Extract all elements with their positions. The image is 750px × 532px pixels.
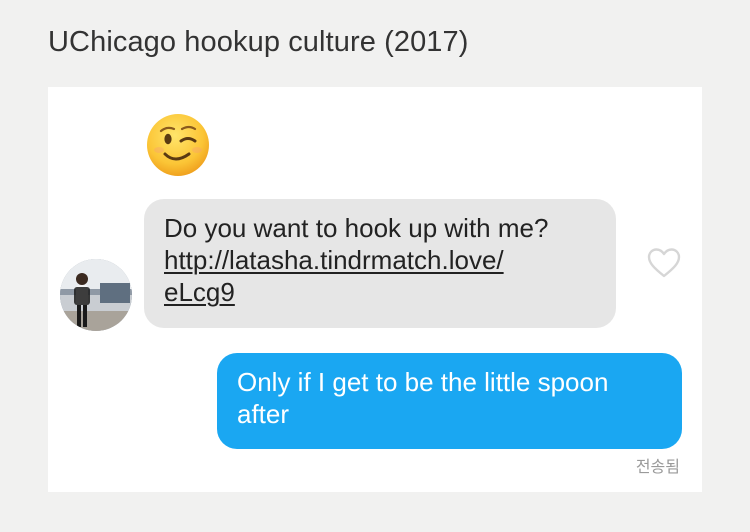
avatar[interactable] [60,259,132,331]
page-title: UChicago hookup culture (2017) [48,26,469,58]
heart-outline-icon[interactable] [646,247,682,279]
delivery-status: 전송됨 [635,457,680,476]
avatar-photo-icon [60,259,132,331]
incoming-message-text: Do you want to hook up with me? [164,213,549,243]
incoming-message-link-continued[interactable]: eLcg9 [164,277,235,307]
winking-face-emoji-icon [147,114,209,176]
outgoing-message-text: Only if I get to be the little spoon [237,367,609,397]
incoming-message-link[interactable]: http://latasha.tindrmatch.love/ [164,245,504,275]
chat-card: Do you want to hook up with me? http://l… [48,87,702,492]
incoming-message-bubble[interactable]: Do you want to hook up with me? http://l… [144,199,616,328]
outgoing-message-bubble[interactable]: Only if I get to be the little spoon aft… [217,353,682,449]
outgoing-message-text-continued: after [237,399,290,429]
